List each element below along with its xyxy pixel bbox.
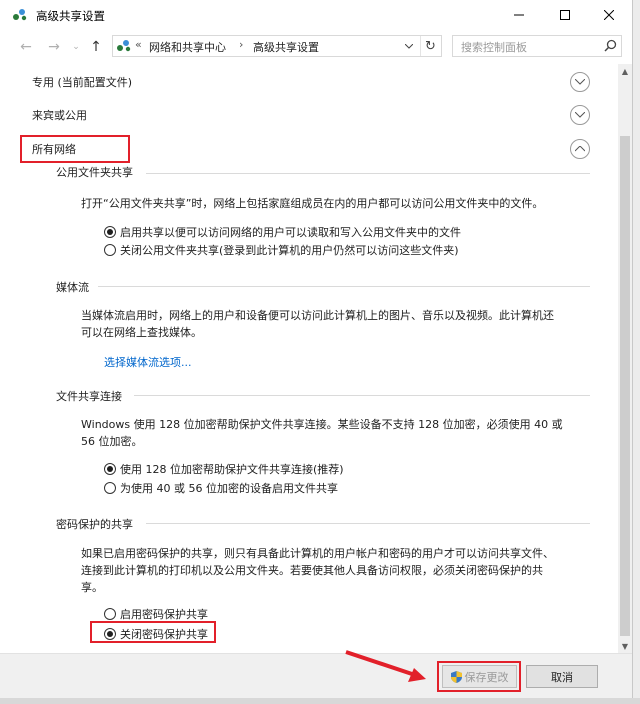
forward-arrow-icon: → xyxy=(48,39,60,55)
section-title-public-folder: 公用文件夹共享 xyxy=(56,166,133,179)
radio-button-selected[interactable] xyxy=(104,226,116,238)
annotation-arrow-icon xyxy=(345,650,426,682)
save-label: 保存更改 xyxy=(464,670,509,684)
breadcrumb-separator-icon: › xyxy=(239,38,244,51)
radio-disable-password-sharing[interactable]: 关闭密码保护共享 xyxy=(104,626,208,642)
back-button[interactable]: ← xyxy=(16,37,36,57)
forward-button[interactable]: → xyxy=(44,37,64,57)
radio-button[interactable] xyxy=(104,608,116,620)
radio-button[interactable] xyxy=(104,244,116,256)
file-sharing-description-line2: 56 位加密。 xyxy=(81,435,143,448)
up-arrow-icon: ↑ xyxy=(90,39,102,55)
public-folder-description: 打开“公用文件夹共享”时，网络上包括家庭组成员在内的用户都可以访问公用文件夹中的… xyxy=(81,197,544,210)
radio-128bit-encryption[interactable]: 使用 128 位加密帮助保护文件共享连接(推荐) xyxy=(104,461,344,477)
back-arrow-icon: ← xyxy=(20,39,32,55)
radio-label: 为使用 40 或 56 位加密的设备启用文件共享 xyxy=(120,482,338,495)
refresh-icon: ↻ xyxy=(425,38,436,54)
radio-disable-public-sharing[interactable]: 关闭公用文件夹共享(登录到此计算机的用户仍然可以访问这些文件夹) xyxy=(104,242,459,258)
search-input[interactable]: 搜索控制面板 xyxy=(452,35,622,57)
breadcrumb-overflow[interactable]: « xyxy=(135,38,142,51)
radio-label: 关闭密码保护共享 xyxy=(120,628,208,641)
maximize-button[interactable] xyxy=(542,0,588,30)
close-button[interactable] xyxy=(586,0,632,30)
window-title: 高级共享设置 xyxy=(36,9,105,23)
media-description-line2: 可以在网络上查找媒体。 xyxy=(81,326,202,339)
category-guest-public[interactable]: 来宾或公用 xyxy=(32,107,87,123)
chevron-down-icon xyxy=(575,79,585,85)
radio-button-selected[interactable] xyxy=(104,463,116,475)
password-description-line3: 享。 xyxy=(81,581,103,594)
media-description-line1: 当媒体流启用时，网络上的用户和设备便可以访问此计算机上的图片、音乐以及视频。此计… xyxy=(81,309,554,322)
save-changes-button[interactable]: 保存更改 xyxy=(442,665,517,688)
expand-guest-button[interactable] xyxy=(570,105,590,125)
refresh-button[interactable]: ↻ xyxy=(420,36,440,56)
section-divider xyxy=(98,286,590,287)
settings-content: 专用 (当前配置文件) 来宾或公用 所有网络 公用文件夹共享 打开“公用文件夹共… xyxy=(0,64,618,653)
media-streaming-options-link[interactable]: 选择媒体流选项... xyxy=(104,354,192,370)
radio-enable-public-sharing[interactable]: 启用共享以便可以访问网络的用户可以读取和写入公用文件夹中的文件 xyxy=(104,224,461,240)
chevron-down-icon xyxy=(405,43,413,49)
section-divider xyxy=(146,173,590,174)
collapse-all-networks-button[interactable] xyxy=(570,139,590,159)
section-title-file-sharing: 文件共享连接 xyxy=(56,390,122,403)
search-placeholder: 搜索控制面板 xyxy=(461,41,527,54)
section-divider xyxy=(146,523,590,524)
background-window-edge xyxy=(632,0,640,704)
up-button[interactable]: ↑ xyxy=(86,37,106,57)
background-desktop-edge xyxy=(0,698,640,704)
recent-locations-button[interactable]: ⌄ xyxy=(66,37,86,57)
section-title-password: 密码保护的共享 xyxy=(56,518,133,531)
vertical-scrollbar[interactable]: ▲ ▼ xyxy=(618,64,632,653)
scroll-down-icon[interactable]: ▼ xyxy=(618,639,632,653)
cancel-label: 取消 xyxy=(551,670,573,684)
section-title-media: 媒体流 xyxy=(56,281,89,294)
radio-label: 使用 128 位加密帮助保护文件共享连接(推荐) xyxy=(120,463,344,476)
file-sharing-description-line1: Windows 使用 128 位加密帮助保护文件共享连接。某些设备不支持 128… xyxy=(81,418,563,431)
radio-label: 关闭公用文件夹共享(登录到此计算机的用户仍然可以访问这些文件夹) xyxy=(120,244,459,257)
scroll-thumb[interactable] xyxy=(620,136,630,636)
radio-label: 启用共享以便可以访问网络的用户可以读取和写入公用文件夹中的文件 xyxy=(120,226,461,239)
category-all-networks[interactable]: 所有网络 xyxy=(32,141,76,157)
password-description-line2: 连接到此计算机的打印机以及公用文件夹。若要使其他人具备访问权限，必须关闭密码保护… xyxy=(81,564,543,577)
category-private[interactable]: 专用 (当前配置文件) xyxy=(32,74,132,90)
radio-40-56bit-encryption[interactable]: 为使用 40 或 56 位加密的设备启用文件共享 xyxy=(104,480,338,496)
radio-enable-password-sharing[interactable]: 启用密码保护共享 xyxy=(104,606,208,622)
footer-bar: 保存更改 取消 xyxy=(0,650,632,698)
close-icon xyxy=(604,10,614,20)
password-description-line1: 如果已启用密码保护的共享，则只有具备此计算机的用户帐户和密码的用户才可以访问共享… xyxy=(81,547,554,560)
chevron-up-icon xyxy=(575,146,585,152)
shield-icon xyxy=(450,670,462,683)
radio-button[interactable] xyxy=(104,482,116,494)
breadcrumb-network-center[interactable]: 网络和共享中心 xyxy=(149,39,226,55)
minimize-icon xyxy=(514,14,524,16)
maximize-icon xyxy=(560,10,570,20)
search-icon xyxy=(604,39,617,52)
address-box[interactable]: « 网络和共享中心 › 高级共享设置 xyxy=(112,35,442,57)
cancel-button[interactable]: 取消 xyxy=(526,665,598,688)
chevron-down-icon xyxy=(575,112,585,118)
section-divider xyxy=(134,395,590,396)
breadcrumb-advanced-sharing[interactable]: 高级共享设置 xyxy=(253,39,319,55)
expand-private-button[interactable] xyxy=(570,72,590,92)
minimize-button[interactable] xyxy=(496,0,542,30)
network-icon xyxy=(13,9,27,21)
address-dropdown-button[interactable] xyxy=(400,36,418,56)
scroll-up-icon[interactable]: ▲ xyxy=(618,64,632,78)
chevron-down-icon: ⌄ xyxy=(72,42,80,52)
title-bar: 高级共享设置 xyxy=(0,0,632,30)
radio-button-selected[interactable] xyxy=(104,628,116,640)
radio-label: 启用密码保护共享 xyxy=(120,608,208,621)
network-icon xyxy=(117,40,131,52)
